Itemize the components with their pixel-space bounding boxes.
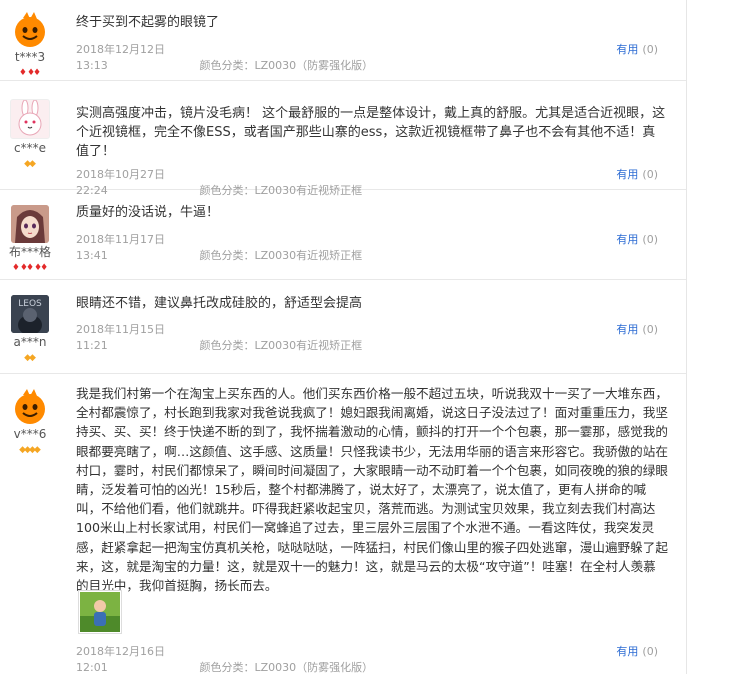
orange-mascot-icon	[11, 10, 49, 48]
useful-vote[interactable]: 有用 (0)	[616, 644, 658, 660]
avatar[interactable]	[11, 205, 49, 243]
review-text: 眼睛还不错，建议鼻托改成硅胶的，舒适型会提高	[76, 296, 363, 311]
reviewer-info: LEOS a***n ◆◆	[0, 285, 60, 363]
reviewer-nickname[interactable]: c***e	[0, 141, 60, 155]
reviewer-nickname[interactable]: t***3	[0, 50, 60, 64]
reviewer-nickname[interactable]: 布***格	[0, 245, 60, 259]
reviewer-info: 布***格 ♦♦♦♦♦	[0, 195, 60, 273]
spec-label: 颜色分类：	[199, 339, 255, 352]
avatar-caption: LEOS	[18, 299, 42, 309]
useful-count: (0)	[642, 323, 658, 336]
useful-button[interactable]: 有用	[616, 323, 638, 336]
reviewer-info: t***3 ♦♦♦	[0, 0, 60, 78]
useful-button[interactable]: 有用	[616, 168, 638, 181]
reviewer-level: ◆◆	[24, 353, 36, 363]
review-meta: 2018年11月17日 13:41 颜色分类：LZ0030有近视矫正框	[76, 232, 668, 262]
useful-count: (0)	[642, 168, 658, 181]
useful-count: (0)	[642, 43, 658, 56]
review-photo-icon	[80, 592, 120, 632]
orange-mascot-icon	[11, 387, 49, 425]
useful-vote[interactable]: 有用 (0)	[616, 232, 658, 248]
spec-value: LZ0030有近视矫正框	[254, 249, 363, 262]
reviewer-nickname[interactable]: v***6	[0, 427, 60, 441]
reviewer-nickname[interactable]: a***n	[0, 335, 60, 349]
review-text: 实测高强度冲击，镜片没毛病！ 这个最舒服的一点是整体设计，戴上真的舒服。尤其是适…	[76, 106, 666, 159]
avatar[interactable]	[11, 387, 49, 425]
spec-label: 颜色分类：	[199, 249, 255, 262]
avatar[interactable]: LEOS	[11, 295, 49, 333]
review-meta: 2018年12月12日 13:13 颜色分类：LZ0030（防雾强化版）	[76, 42, 668, 72]
reviewer-level: ♦♦♦	[18, 68, 42, 78]
useful-button[interactable]: 有用	[616, 233, 638, 246]
reviewer-info: c***e ◆◆	[0, 89, 60, 169]
useful-vote[interactable]: 有用 (0)	[616, 167, 658, 183]
review-item: LEOS a***n ◆◆ 眼睛还不错，建议鼻托改成硅胶的，舒适型会提高 201…	[0, 285, 686, 374]
review-item: t***3 ♦♦♦ 终于买到不起雾的眼镜了 2018年12月12日 13:13 …	[0, 0, 686, 81]
avatar[interactable]	[11, 10, 49, 48]
useful-count: (0)	[642, 645, 658, 658]
review-item: 布***格 ♦♦♦♦♦ 质量好的没话说，牛逼！ 2018年11月17日 13:4…	[0, 195, 686, 280]
useful-vote[interactable]: 有用 (0)	[616, 42, 658, 58]
reviewer-level: ◆◆	[24, 159, 36, 169]
spec-label: 颜色分类：	[199, 661, 255, 674]
reviewer-level: ◆◆◆◆	[19, 445, 41, 455]
review-item: v***6 ◆◆◆◆ 我是我们村第一个在淘宝上买东西的人。他们买东西价格一般不超…	[0, 377, 686, 674]
review-item: c***e ◆◆ 实测高强度冲击，镜片没毛病！ 这个最舒服的一点是整体设计，戴上…	[0, 89, 686, 197]
useful-count: (0)	[642, 233, 658, 246]
useful-button[interactable]: 有用	[616, 645, 638, 658]
review-photo-thumbnail[interactable]	[78, 590, 122, 634]
spec-value: LZ0030有近视矫正框	[254, 339, 363, 352]
review-text: 我是我们村第一个在淘宝上买东西的人。他们买东西价格一般不超过五块，听说我双十一买…	[76, 386, 668, 594]
spec-value: LZ0030（防雾强化版）	[254, 661, 374, 674]
spec-value: LZ0030（防雾强化版）	[254, 59, 374, 72]
reviewer-level: ♦♦♦♦♦	[11, 263, 49, 273]
review-date: 2018年11月15日 11:21	[76, 323, 165, 352]
dark-photo-icon: LEOS	[11, 295, 49, 333]
review-meta: 2018年11月15日 11:21 颜色分类：LZ0030有近视矫正框	[76, 322, 668, 352]
review-date: 2018年12月12日 13:13	[76, 43, 165, 72]
reviewer-info: v***6 ◆◆◆◆	[0, 377, 60, 455]
review-date: 2018年11月17日 13:41	[76, 233, 165, 262]
review-text: 终于买到不起雾的眼镜了	[76, 15, 220, 30]
useful-vote[interactable]: 有用 (0)	[616, 322, 658, 338]
review-list: t***3 ♦♦♦ 终于买到不起雾的眼镜了 2018年12月12日 13:13 …	[0, 0, 687, 674]
spec-label: 颜色分类：	[199, 59, 255, 72]
review-date: 2018年12月16日 12:01	[76, 645, 165, 674]
anime-girl-icon	[11, 205, 49, 243]
useful-button[interactable]: 有用	[616, 43, 638, 56]
review-text: 质量好的没话说，牛逼！	[76, 205, 220, 220]
review-meta: 2018年12月16日 12:01 颜色分类：LZ0030（防雾强化版）	[76, 644, 668, 674]
review-meta: 2018年10月27日 22:24 颜色分类：LZ0030有近视矫正框	[76, 167, 668, 197]
bunny-icon	[18, 100, 42, 136]
avatar[interactable]	[10, 99, 50, 139]
